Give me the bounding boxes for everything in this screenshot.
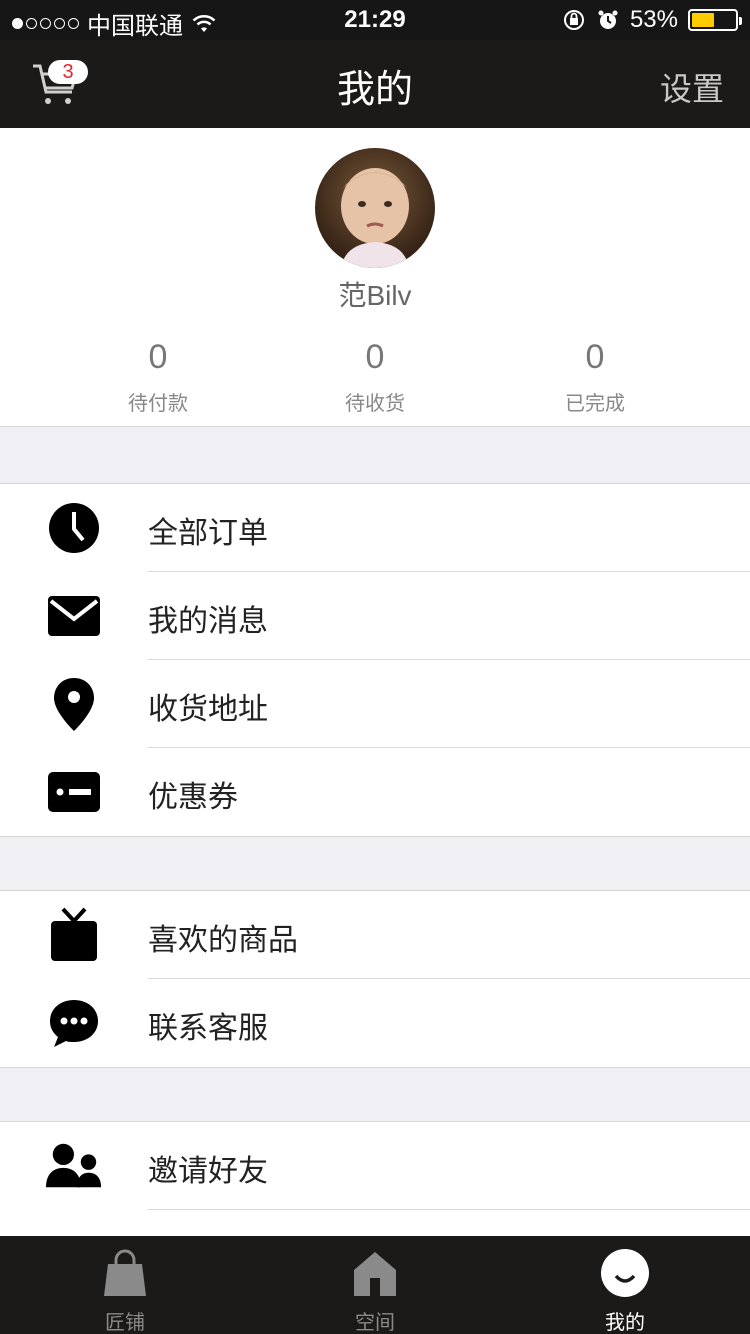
stat-count: 0: [365, 338, 385, 376]
navigation-bar: 3 我的 设置: [0, 40, 750, 128]
menu-item-invite-friends[interactable]: 邀请好友: [0, 1122, 750, 1210]
stat-pending-receipt[interactable]: 0 待收货: [295, 338, 455, 416]
tab-space[interactable]: 空间: [250, 1236, 500, 1334]
tv-icon: [46, 907, 102, 961]
menu-item-label: 优惠券: [148, 781, 238, 814]
page-title: 我的: [336, 69, 413, 111]
shopping-bag-icon: [104, 1249, 146, 1296]
menu-item-label: 喜欢的商品: [148, 924, 298, 957]
menu-group-orders: 全部订单 我的消息 收货地址 优惠券: [0, 483, 750, 837]
chat-bubble-icon: [46, 997, 102, 1049]
battery-icon: [688, 9, 742, 31]
alarm-icon: [598, 10, 618, 29]
menu-item-favorites[interactable]: 喜欢的商品: [0, 891, 750, 979]
tab-label: 空间: [355, 1312, 395, 1334]
menu-item-label: 我的消息: [148, 605, 268, 638]
avatar[interactable]: [315, 148, 435, 268]
menu-group-social: 邀请好友: [0, 1121, 750, 1264]
home-icon: [354, 1252, 396, 1296]
menu-item-label: 联系客服: [148, 1012, 268, 1045]
location-pin-icon: [46, 678, 102, 731]
stat-pending-payment[interactable]: 0 待付款: [78, 338, 238, 416]
status-bar: 中国联通 21:29 53%: [0, 0, 750, 40]
username: 范Bilv: [338, 280, 412, 311]
tab-label: 我的: [605, 1312, 645, 1334]
settings-button[interactable]: 设置: [660, 64, 724, 110]
stat-count: 0: [148, 338, 168, 376]
menu-item-coupons[interactable]: 优惠券: [0, 748, 750, 836]
menu-item-label: 全部订单: [148, 517, 268, 550]
menu-item-messages[interactable]: 我的消息: [0, 572, 750, 660]
avatar-image: [315, 148, 435, 268]
battery-percent: 53%: [629, 6, 678, 33]
menu-item-label: 收货地址: [148, 693, 268, 726]
people-icon: [46, 1140, 102, 1192]
tab-mine[interactable]: 我的: [500, 1236, 750, 1334]
tab-label: 匠铺: [105, 1312, 145, 1334]
envelope-icon: [46, 590, 102, 642]
stat-completed[interactable]: 0 已完成: [515, 338, 675, 416]
menu-item-all-orders[interactable]: 全部订单: [0, 484, 750, 572]
tab-bar: 匠铺 空间 我的: [0, 1236, 750, 1334]
menu-item-label: 邀请好友: [148, 1155, 268, 1188]
menu-item-address[interactable]: 收货地址: [0, 660, 750, 748]
clock-icon: [46, 502, 102, 554]
profile-card: 范Bilv 0 待付款 0 待收货 0 已完成: [0, 128, 750, 427]
smile-icon: [601, 1249, 649, 1297]
stat-count: 0: [585, 338, 605, 376]
stat-label: 待付款: [128, 393, 188, 415]
stat-label: 待收货: [345, 393, 405, 415]
menu-group-service: 喜欢的商品 联系客服: [0, 890, 750, 1068]
status-right: 53%: [562, 6, 742, 34]
tab-shop[interactable]: 匠铺: [0, 1236, 250, 1334]
orientation-lock-icon: [563, 10, 584, 30]
coupon-icon: [46, 766, 102, 818]
stat-label: 已完成: [565, 393, 625, 415]
menu-item-customer-service[interactable]: 联系客服: [0, 979, 750, 1067]
